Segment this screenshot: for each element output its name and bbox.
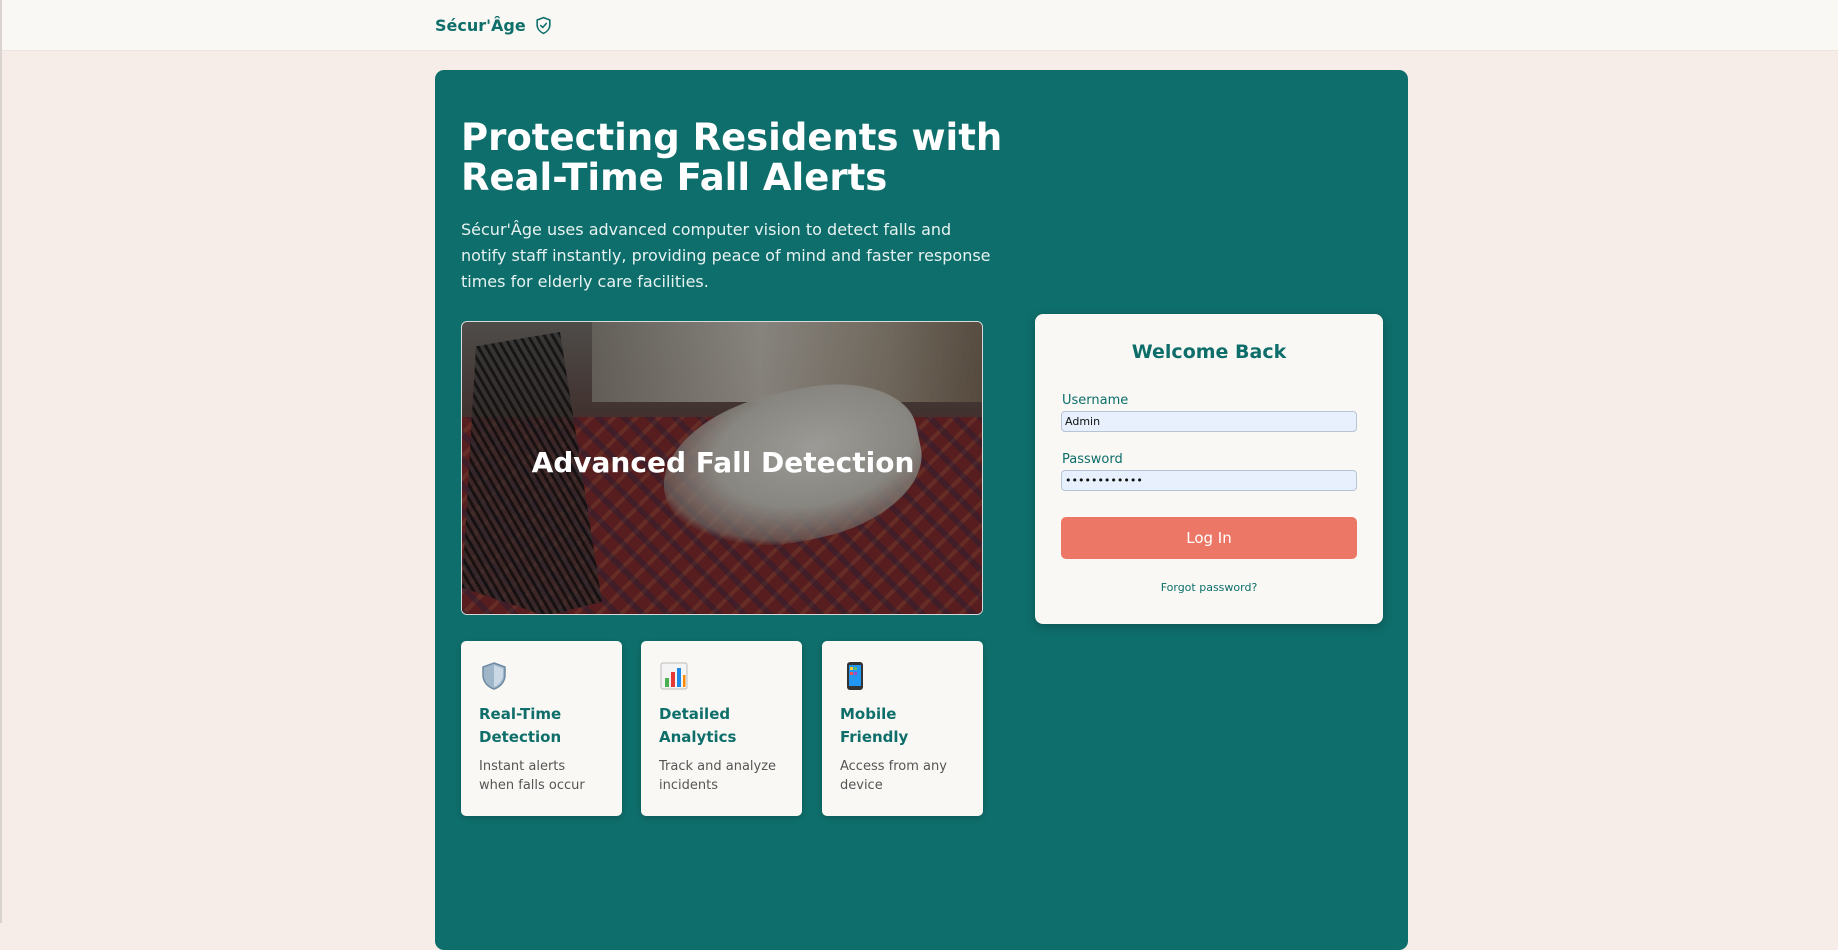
- login-button[interactable]: Log In: [1061, 517, 1357, 559]
- feature-description: Instant alerts when falls occur: [479, 759, 585, 793]
- fall-detection-image: Advanced Fall Detection: [461, 321, 983, 615]
- hero-headline: Protecting Residents with Real-Time Fall…: [461, 116, 1003, 199]
- hero-section: Protecting Residents with Real-Time Fall…: [435, 70, 1408, 950]
- login-card: Welcome Back Username Password Log In Fo…: [1035, 314, 1383, 624]
- hero-description: Sécur'Âge uses advanced computer vision …: [461, 220, 991, 291]
- feature-description: Track and analyze incidents: [659, 759, 777, 793]
- shield-check-icon: [536, 16, 551, 34]
- username-input[interactable]: [1061, 411, 1357, 432]
- shield-icon: [482, 662, 506, 690]
- brand-logo-link[interactable]: Sécur'Âge: [435, 14, 553, 36]
- password-label: Password: [1062, 452, 1123, 467]
- login-title: Welcome Back: [1131, 341, 1287, 363]
- mobile-phone-icon: [847, 662, 863, 690]
- password-input[interactable]: [1061, 470, 1357, 491]
- forgot-password-link[interactable]: Forgot password?: [1035, 581, 1383, 594]
- feature-title: Mobile Friendly: [840, 705, 909, 746]
- feature-card-mobile: Mobile Friendly Access from any device: [822, 641, 983, 816]
- feature-title: Real-Time Detection: [479, 705, 562, 746]
- feature-description: Access from any device: [840, 759, 947, 793]
- bar-chart-icon: [660, 662, 688, 690]
- feature-title: Detailed Analytics: [659, 705, 737, 746]
- username-label: Username: [1062, 393, 1129, 408]
- feature-card-realtime: Real-Time Detection Instant alerts when …: [461, 641, 622, 816]
- feature-card-analytics: Detailed Analytics Track and analyze inc…: [641, 641, 802, 816]
- window-edge: [0, 0, 2, 923]
- top-navbar: Sécur'Âge: [2, 0, 1838, 51]
- brand-name: Sécur'Âge: [435, 15, 526, 35]
- image-caption: Advanced Fall Detection: [531, 446, 915, 479]
